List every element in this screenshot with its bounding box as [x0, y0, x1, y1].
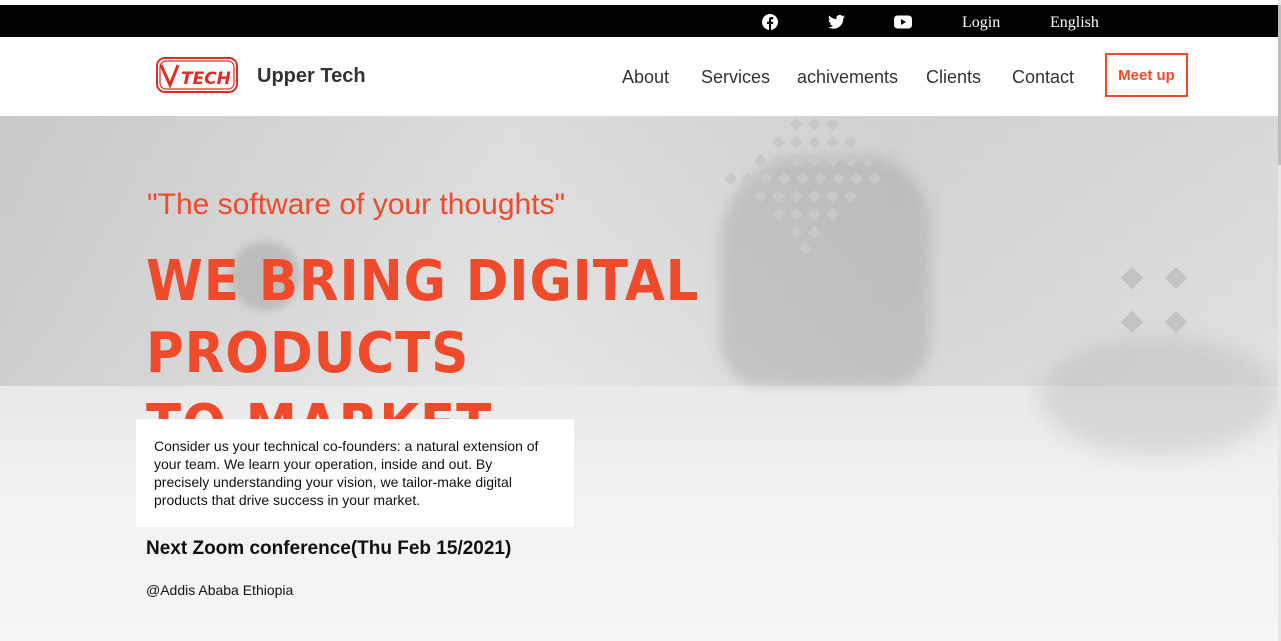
background-blur-shape: [1040, 336, 1278, 456]
brand-name[interactable]: Upper Tech: [257, 65, 366, 88]
x-pattern-icon: [1120, 266, 1188, 334]
hero-headline-line-1: WE BRING DIGITAL PRODUCTS: [146, 249, 700, 386]
language-selector[interactable]: English: [1050, 14, 1099, 32]
logo[interactable]: TECH: [156, 57, 238, 93]
nav-contact[interactable]: Contact: [1012, 67, 1074, 87]
logo-text: TECH: [181, 69, 231, 89]
login-link[interactable]: Login: [962, 14, 1000, 32]
facebook-icon[interactable]: [762, 14, 778, 30]
meetup-button[interactable]: Meet up: [1105, 53, 1188, 97]
nav-clients[interactable]: Clients: [926, 67, 981, 87]
top-bar: Login English: [0, 5, 1278, 37]
event-title: Next Zoom conference(Thu Feb 15/2021): [146, 538, 512, 559]
youtube-icon[interactable]: [894, 14, 912, 30]
diamond-pattern-icon: [724, 118, 881, 255]
nav-achievements[interactable]: achivements: [797, 67, 898, 87]
description-card: Consider us your technical co-founders: …: [136, 419, 574, 527]
twitter-icon[interactable]: [828, 14, 845, 30]
nav-about[interactable]: About: [622, 67, 669, 87]
hero-tagline: "The software of your thoughts": [147, 188, 566, 221]
logo-icon: TECH: [156, 57, 238, 93]
hero-description: Consider us your technical co-founders: …: [154, 438, 539, 508]
site-header: TECH Upper Tech About Services achivemen…: [0, 37, 1278, 116]
nav-services[interactable]: Services: [701, 67, 770, 87]
event-location: @Addis Ababa Ethiopia: [146, 582, 294, 598]
hero-section: "The software of your thoughts" WE BRING…: [0, 116, 1278, 641]
